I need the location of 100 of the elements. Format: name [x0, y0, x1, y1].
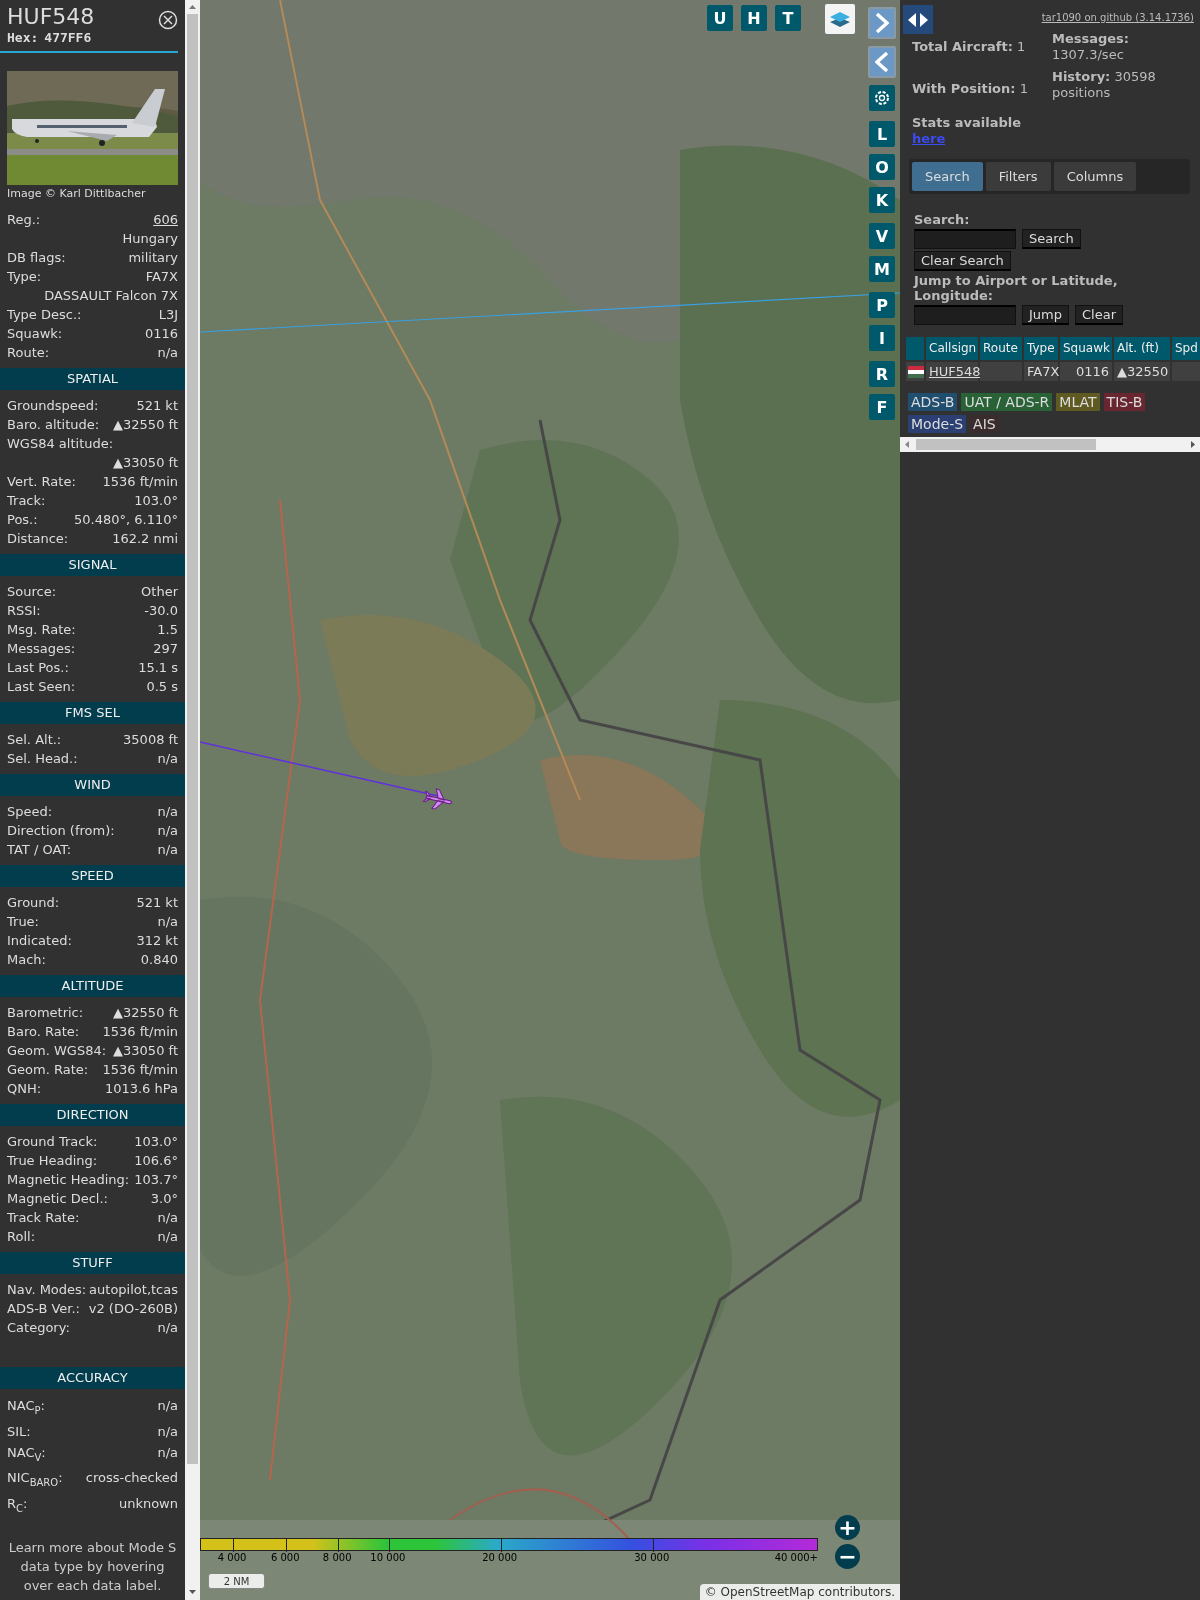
stat-label: Total Aircraft:: [912, 39, 1013, 54]
panel-toggle-button[interactable]: [903, 5, 933, 34]
legend-label: 4 000: [217, 1552, 247, 1563]
field-value: n/a: [157, 344, 178, 362]
field-label: Roll:: [7, 1228, 35, 1246]
field-value: n/a: [157, 841, 178, 859]
close-icon[interactable]: [158, 10, 178, 30]
field-value: n/a: [157, 822, 178, 840]
source-tag: UAT / ADS-R: [961, 393, 1053, 411]
field-value: autopilot,tcas: [89, 1281, 178, 1299]
field-value: n/a: [157, 913, 178, 931]
flag-icon: [908, 366, 924, 378]
field-label: Barometric:: [7, 1004, 84, 1022]
expand-button[interactable]: [868, 7, 896, 39]
field-value: n/a: [157, 1422, 178, 1441]
field-value: 1536 ft/min: [102, 1023, 178, 1041]
help-note: Learn more about Mode S data type by hovering over each data label.: [7, 1539, 178, 1596]
field-value: 162.2 nmi: [112, 530, 178, 548]
column-header[interactable]: Spd: [1172, 337, 1200, 360]
field-value: Other: [141, 583, 178, 601]
field-value: 35008 ft: [123, 731, 178, 749]
map-toggle-button[interactable]: K: [869, 187, 895, 213]
hex-code: 477FF6: [44, 30, 92, 45]
field-value: -30.0: [144, 602, 178, 620]
field-label: SIL:: [7, 1422, 31, 1441]
field-label: DB flags:: [7, 249, 66, 267]
map-toggle-button[interactable]: L: [869, 121, 895, 147]
search-button[interactable]: Search: [1022, 229, 1081, 249]
field-value: 1536 ft/min: [102, 473, 178, 491]
airplane-icon[interactable]: [422, 788, 453, 810]
field-label: Messages:: [7, 640, 76, 658]
version-link[interactable]: tar1090 on github (3.14.1736): [1041, 12, 1194, 23]
field-label: Magnetic Heading:: [7, 1171, 130, 1189]
field-label: Baro. Rate:: [7, 1023, 80, 1041]
map-toggle-button[interactable]: M: [869, 256, 895, 282]
map-toggle-button[interactable]: T: [775, 5, 801, 31]
field-label: Nav. Modes:: [7, 1281, 87, 1299]
field-label: Baro. altitude:: [7, 416, 100, 434]
map-toggle-button[interactable]: O: [869, 154, 895, 180]
map-toggle-button[interactable]: I: [869, 325, 895, 351]
field-value: ▲32550 ft: [113, 1004, 178, 1022]
legend-label: 30 000: [634, 1552, 670, 1563]
field-value: n/a: [157, 1397, 178, 1415]
field-value: n/a: [157, 1228, 178, 1246]
stat-label: Stats available: [912, 115, 1023, 131]
collapse-button[interactable]: [868, 46, 896, 78]
tab[interactable]: Filters: [985, 162, 1051, 191]
map-toggle-button[interactable]: H: [741, 5, 767, 31]
table-cell: FA7X: [1027, 364, 1060, 379]
tab[interactable]: Search: [912, 162, 983, 191]
column-header[interactable]: Type: [1024, 337, 1058, 360]
field-label: Track Rate:: [7, 1209, 80, 1227]
map-toggle-button[interactable]: V: [869, 223, 895, 249]
horizontal-scrollbar[interactable]: [900, 437, 1200, 452]
map-toggle-button[interactable]: P: [869, 292, 895, 318]
field-label: Last Pos.:: [7, 659, 69, 677]
field-value: n/a: [157, 1443, 178, 1462]
field-value: n/a: [157, 1319, 178, 1337]
location-field[interactable]: [914, 305, 1016, 325]
section-header: SPEED: [0, 865, 185, 887]
field-value: military: [128, 249, 178, 267]
jump-button[interactable]: Jump: [1022, 305, 1069, 325]
field-value: v2 (DO-260B): [88, 1300, 178, 1318]
column-header[interactable]: Squawk: [1060, 337, 1112, 360]
field-value: 1536 ft/min: [102, 1061, 178, 1079]
column-header[interactable]: Callsign: [926, 337, 978, 360]
openstreetmap-link[interactable]: OpenStreetMap: [720, 1585, 815, 1599]
field-value: 521 kt: [136, 397, 178, 415]
table-cell: ▲32550: [1117, 364, 1169, 379]
field-value: 0.840: [140, 951, 178, 969]
section-header: FMS SEL: [0, 702, 185, 724]
section-header: DIRECTION: [0, 1104, 185, 1126]
field-value: 3.0°: [150, 1190, 178, 1208]
field-value: 15.1 s: [138, 659, 178, 677]
field-label: Groundspeed:: [7, 397, 99, 415]
search-field[interactable]: [914, 229, 1016, 249]
map-toggle-button[interactable]: R: [869, 361, 895, 387]
field-value: ▲33050 ft: [113, 454, 178, 472]
stat-value: 1307.3/sec: [1052, 47, 1125, 63]
column-header[interactable]: Alt. (ft): [1114, 337, 1170, 360]
column-header[interactable]: Route: [980, 337, 1022, 360]
photo-credit: Image © Karl Dittlbacher: [7, 187, 147, 200]
field-label: Track:: [7, 492, 46, 510]
table-cell: 0116: [1075, 364, 1109, 379]
map-toggle-button[interactable]: F: [869, 394, 895, 420]
map-toggle-button[interactable]: U: [707, 5, 733, 31]
callsign-link[interactable]: HUF548: [929, 364, 981, 379]
field-value: 103.0°: [134, 1133, 178, 1151]
registration-link[interactable]: 606: [153, 210, 178, 229]
tab[interactable]: Columns: [1053, 162, 1137, 191]
source-tag: Mode-S: [908, 415, 967, 433]
field-label: Distance:: [7, 530, 69, 548]
field-label: TAT / OAT:: [7, 841, 72, 859]
clear-button[interactable]: Clear: [1075, 305, 1123, 325]
settings-button[interactable]: [869, 85, 895, 111]
layers-button[interactable]: [825, 4, 855, 34]
clear-search-button[interactable]: Clear Search: [914, 251, 1011, 271]
settings-icon: [873, 89, 891, 107]
section-header: SIGNAL: [0, 554, 185, 576]
legend-label: 8 000: [322, 1552, 352, 1563]
